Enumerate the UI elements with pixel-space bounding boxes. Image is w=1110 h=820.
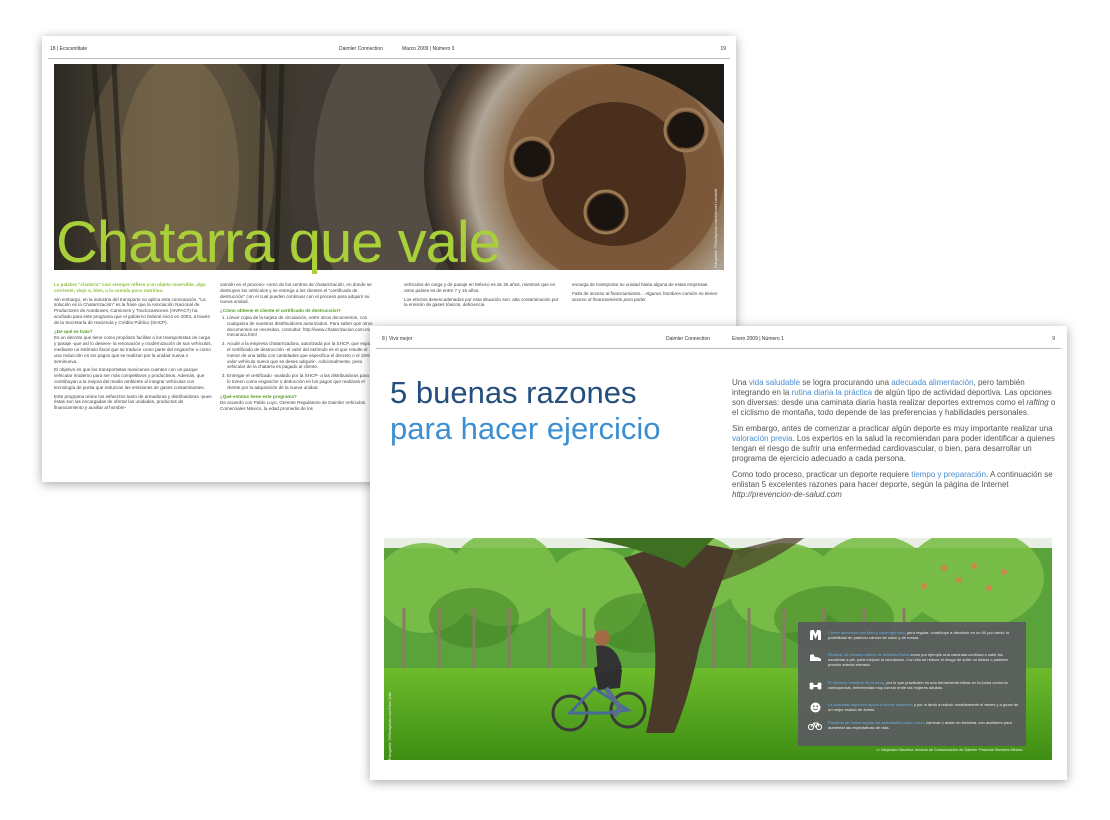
reason-item: Comer alimentos con fibra y hacer ejerci… <box>808 630 1020 641</box>
header-section: 8 | Vivir mejor <box>382 336 413 342</box>
text-column-2: camión en el proceso- como de los centro… <box>220 282 378 415</box>
paragraph: vehículos de carga y de pasaje en México… <box>404 282 556 293</box>
paragraph: encarga de transportar su unidad hasta a… <box>572 282 709 287</box>
list-item: Llevar copia de la tarjeta de circulació… <box>227 315 378 338</box>
article-title: Chatarra que vale <box>56 210 501 275</box>
article-title-line-1: 5 buenas razones <box>390 375 637 410</box>
page-header: 18 | Ecocentitate Daimler Connection Mar… <box>42 36 736 60</box>
page-header: 8 | Vivir mejor Daimler Connection Enero… <box>370 326 1067 350</box>
intestine-icon <box>808 630 822 641</box>
header-issue: Marzo 2009 | Número 3 <box>402 46 455 52</box>
paragraph: Los efectos desencadenados por esta situ… <box>404 296 559 308</box>
body-text: Sin embargo, antes de comenzar a practic… <box>732 424 1053 433</box>
text-column-3: vehículos de carga y de pasaje en México… <box>404 282 562 311</box>
paragraph: Sin embargo, en la industria del transpo… <box>54 296 210 325</box>
body-text: Una <box>732 378 749 387</box>
body-text: http://prevencion-de-salud.com <box>732 490 842 499</box>
smile-icon <box>808 702 822 713</box>
paragraph: Es un decreto que tiene como propósito f… <box>54 335 212 364</box>
header-magazine: Daimler Connection <box>666 336 710 342</box>
intro-paragraph-3: Como todo proceso, practicar un deporte … <box>732 470 1058 500</box>
highlight-text: rutina diaria la práctica <box>791 388 873 397</box>
intro-paragraph-2: Sin embargo, antes de comenzar a practic… <box>732 424 1058 464</box>
header-page-number: 19 <box>720 46 726 52</box>
reason-item: La actividad deportiva ayuda a liberar t… <box>808 702 1020 713</box>
header-page-number: 9 <box>1052 336 1055 342</box>
reason-item: El ejercicio fortalece los huesos, por l… <box>808 680 1020 691</box>
paragraph: Este programa reúne los esfuerzos tanto … <box>54 393 212 411</box>
reasons-box: Comer alimentos con fibra y hacer ejerci… <box>798 622 1026 746</box>
bicycle-icon <box>808 720 822 731</box>
header-section: 18 | Ecocentitate <box>50 46 88 52</box>
body-text: Como todo proceso, practicar un deporte … <box>732 470 912 479</box>
body-text: se logra procurando una <box>800 378 892 387</box>
highlight-text: tiempo y preparación <box>911 470 986 479</box>
highlight-text: adecuada alimentación <box>891 378 974 387</box>
intro-text: Una vida saludable se logra procurando u… <box>732 378 1058 500</box>
paragraph: De acuerdo con Pablo Loyo, Gerente Regul… <box>220 400 366 412</box>
highlight-text: valoración previa <box>732 434 793 443</box>
header-magazine: Daimler Connection <box>339 46 383 52</box>
header-issue: Enero 2009 | Número 1 <box>732 336 784 342</box>
article-page-ejercicio: 8 | Vivir mejor Daimler Connection Enero… <box>370 326 1067 780</box>
header-divider <box>376 348 1061 349</box>
intro-paragraph-1: Una vida saludable se logra procurando u… <box>732 378 1058 418</box>
reason-item: Realizar 30 minutos diarios de actividad… <box>808 652 1020 667</box>
article-source: >> Alejandro Sánchez, becario de Comunic… <box>876 748 1023 752</box>
header-divider <box>48 58 730 59</box>
reason-item: Practicar de forma regular las actividad… <box>808 720 1020 731</box>
photo-credit: Fotografía: ©iStockphoto.com/Manuel Lase… <box>714 188 718 268</box>
text-column-4: encarga de transportar su unidad hasta a… <box>572 282 722 305</box>
article-title-line-2: para hacer ejercicio <box>390 411 661 446</box>
list-item: Acudir a la empresa chatarrizadora, auto… <box>227 341 378 370</box>
paragraph: camión en el proceso- como de los centro… <box>220 282 372 305</box>
paragraph: El objetivo es que los transportistas me… <box>54 367 205 390</box>
section-heading: ¿De qué se trata? <box>54 328 93 334</box>
list-item: Entregar el certificado -avalado por la … <box>227 373 378 390</box>
section-heading: ¿Qué estatus tiene este programa? <box>220 393 297 399</box>
paragraph: Falta de acceso al financiamiento... Alg… <box>572 290 718 302</box>
shoe-icon <box>808 652 822 663</box>
highlight-text: vida saludable <box>748 378 801 387</box>
steps-list: Llevar copia de la tarjeta de circulació… <box>220 315 378 391</box>
photo-credit: Fotografía: ©iStockphoto.com/Nino Zulic <box>388 691 392 760</box>
body-text: rafting <box>1026 398 1049 407</box>
text-column-1: La palabra "chatarra" casi siempre refie… <box>54 282 212 414</box>
bone-icon <box>808 680 822 691</box>
section-heading: ¿Cómo obtiene el cliente el certificado … <box>220 308 341 314</box>
lead-paragraph: La palabra "chatarra" casi siempre refie… <box>54 282 206 293</box>
